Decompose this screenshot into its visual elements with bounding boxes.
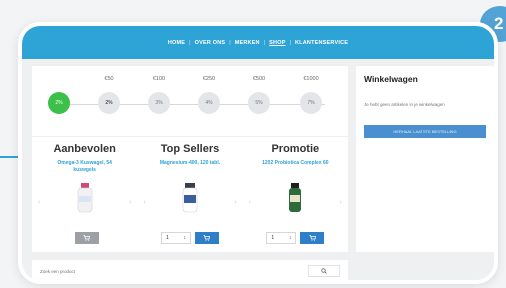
product-name-link[interactable]: Magnesium-400, 120 tabl. xyxy=(137,160,242,176)
search-input[interactable] xyxy=(40,265,308,277)
tier-amount: €250 xyxy=(202,76,216,82)
discount-tiers: 2% €50 2% €100 3% €250 4% €500 5% €1000 … xyxy=(32,74,348,124)
search-bar xyxy=(32,260,348,280)
bottle-cap xyxy=(184,183,195,188)
product-name-link[interactable]: 1202 Probiotica Complex 60 xyxy=(243,160,348,176)
cart-icon xyxy=(83,235,91,241)
tier-amount xyxy=(44,74,74,84)
cart-icon xyxy=(309,235,316,241)
nav-klantenservice[interactable]: KLANTENSERVICE xyxy=(295,40,348,46)
nav-separator: | xyxy=(263,39,266,46)
product-card-aanbevolen: Aanbevolen Omega-3 Kuswagel, 54 kuswgels… xyxy=(32,137,137,252)
product-image[interactable] xyxy=(181,182,199,214)
buy-row: 1 ↕ xyxy=(137,232,242,244)
nav-separator: | xyxy=(189,39,191,46)
tier-amount: €1000 xyxy=(303,76,319,82)
nav-separator: | xyxy=(289,39,291,46)
quantity-arrows-icon[interactable]: ↕ xyxy=(183,235,186,241)
add-to-cart-button[interactable] xyxy=(74,232,99,244)
top-nav: HOME | OVER ONS | MERKEN | SHOP | KLANTE… xyxy=(22,26,494,59)
nav-merken[interactable]: MERKEN xyxy=(235,40,260,46)
search-button[interactable] xyxy=(308,265,340,277)
tier-discount-badge: 4% xyxy=(198,92,220,114)
product-card-top-sellers: Top Sellers Magnesium-400, 120 tabl. ‹ ›… xyxy=(137,137,242,252)
tier-discount-badge: 5% xyxy=(248,92,270,114)
product-section-heading: Promotie xyxy=(271,143,320,155)
chevron-right-icon[interactable]: › xyxy=(340,199,342,206)
search-icon xyxy=(321,268,327,274)
tier-discount-badge: 3% xyxy=(148,92,170,114)
chevron-right-icon[interactable]: › xyxy=(234,199,236,206)
tier-amount: €100 xyxy=(152,76,166,82)
cart-title: Winkelwagen xyxy=(364,74,418,84)
quantity-value: 1 xyxy=(165,235,169,241)
product-card-promotie: Promotie 1202 Probiotica Complex 60 ‹ › … xyxy=(243,137,348,252)
tier-discount-badge: 7% xyxy=(300,92,322,114)
stage: 2 HOME | OVER ONS | MERKEN | SHOP | KLAN… xyxy=(0,0,506,288)
repeat-last-order-button[interactable]: HERHAAL LAATSTE BESTELLING xyxy=(364,125,486,138)
tier-100: €100 3% xyxy=(144,74,174,114)
product-section-heading: Aanbevolen xyxy=(53,143,116,155)
nav-shop[interactable]: SHOP xyxy=(269,40,285,46)
shop-main-panel: 2% €50 2% €100 3% €250 4% €500 5% €1000 … xyxy=(32,66,348,252)
chevron-left-icon[interactable]: ‹ xyxy=(249,199,251,206)
tier-amount: €500 xyxy=(252,76,266,82)
tier-progress-line xyxy=(50,104,325,105)
tier-discount-badge: 2% xyxy=(98,92,120,114)
cart-icon xyxy=(203,235,211,241)
product-columns: Aanbevolen Omega-3 Kuswagel, 54 kuswgels… xyxy=(32,136,348,252)
product-image[interactable] xyxy=(76,182,94,214)
bottle-label xyxy=(183,195,196,203)
tier-50: €50 2% xyxy=(94,74,124,114)
product-name-link[interactable]: Omega-3 Kuswagel, 54 kuswgels xyxy=(32,160,137,176)
chevron-right-icon[interactable]: › xyxy=(129,199,131,206)
quantity-stepper[interactable]: 1 ↕ xyxy=(160,232,191,244)
bottle-cap xyxy=(291,183,300,188)
bottle-label xyxy=(290,195,301,202)
nav-separator: | xyxy=(229,39,231,46)
buy-row: 1 ↕ xyxy=(243,232,348,244)
add-to-cart-button[interactable] xyxy=(300,232,325,244)
product-section-heading: Top Sellers xyxy=(160,143,220,155)
tier-current: 2% xyxy=(44,74,74,114)
product-image[interactable] xyxy=(286,182,304,214)
chevron-left-icon[interactable]: ‹ xyxy=(143,199,145,206)
tier-500: €500 5% xyxy=(244,74,274,114)
bottle-label xyxy=(78,196,91,202)
quantity-stepper[interactable]: 1 ↕ xyxy=(266,232,297,244)
tier-1000: €1000 7% xyxy=(296,74,326,114)
tier-250: €250 4% xyxy=(194,74,224,114)
nav-home[interactable]: HOME xyxy=(168,40,185,46)
quantity-arrows-icon[interactable]: ↕ xyxy=(289,235,292,241)
add-to-cart-button[interactable] xyxy=(194,232,219,244)
quantity-value: 1 xyxy=(271,235,275,241)
tier-discount-badge: 2% xyxy=(48,92,70,114)
browser-frame: HOME | OVER ONS | MERKEN | SHOP | KLANTE… xyxy=(18,22,498,284)
buy-row xyxy=(32,232,137,244)
cart-sidebar: Winkelwagen Je hebt geen artikelen in je… xyxy=(356,66,494,252)
tier-amount: €50 xyxy=(104,76,114,82)
cart-empty-message: Je hebt geen artikelen in je winkelwagen xyxy=(364,102,445,107)
chevron-left-icon[interactable]: ‹ xyxy=(38,199,40,206)
bottle-cap xyxy=(80,183,89,188)
nav-over-ons[interactable]: OVER ONS xyxy=(195,40,226,46)
